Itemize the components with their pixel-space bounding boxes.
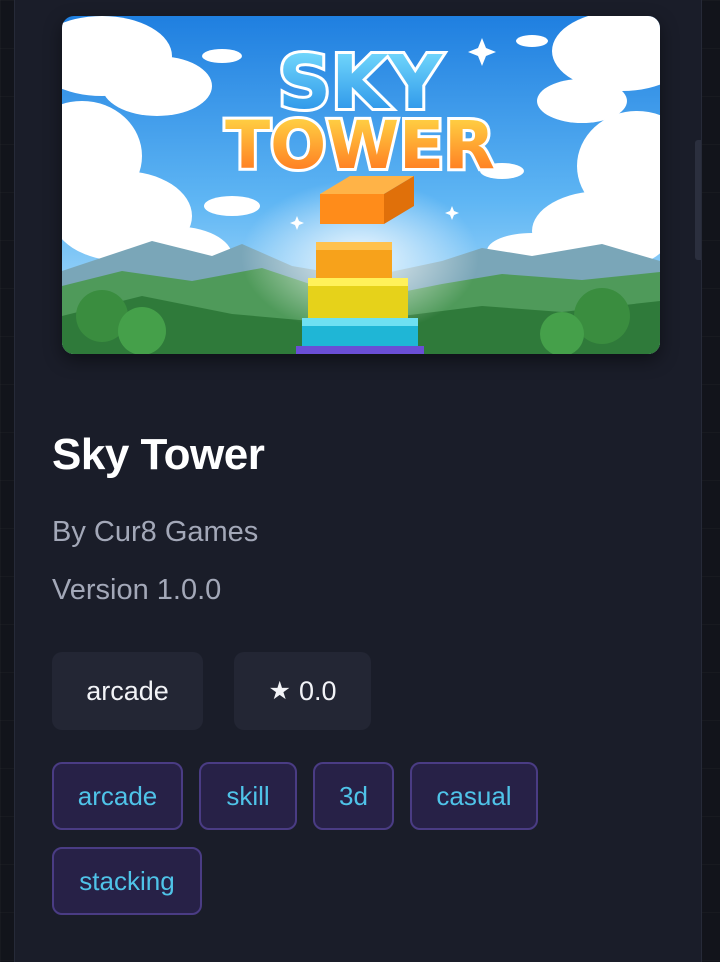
page: SKY TOWER Sky Tower By Cur8 Games Versio… <box>0 0 720 962</box>
tag-label: casual <box>436 780 512 811</box>
tag-skill[interactable]: skill <box>199 762 297 830</box>
game-cover-image: SKY TOWER <box>62 16 660 354</box>
game-author[interactable]: By Cur8 Games <box>52 516 258 549</box>
tag-label: skill <box>226 780 270 811</box>
tag-label: 3d <box>339 780 368 811</box>
game-title: Sky Tower <box>52 430 265 479</box>
rating-value: 0.0 <box>298 675 337 706</box>
tag-stacking[interactable]: stacking <box>52 847 202 915</box>
tag-arcade[interactable]: arcade <box>52 762 183 830</box>
tag-label: arcade <box>77 780 158 811</box>
star-icon: ★ <box>268 677 291 705</box>
scrollbar-thumb[interactable] <box>695 140 701 260</box>
game-version: Version 1.0.0 <box>52 574 222 606</box>
tag-casual[interactable]: casual <box>410 762 538 830</box>
category-label: arcade <box>86 675 169 706</box>
tag-label: stacking <box>79 865 175 896</box>
game-detail-card: SKY TOWER Sky Tower By Cur8 Games Versio… <box>14 0 702 962</box>
category-chip[interactable]: arcade <box>52 652 203 730</box>
tag-3d[interactable]: 3d <box>313 762 394 830</box>
hero-logo-line2: TOWER <box>225 107 495 184</box>
rating-chip[interactable]: ★ 0.0 <box>234 652 371 730</box>
